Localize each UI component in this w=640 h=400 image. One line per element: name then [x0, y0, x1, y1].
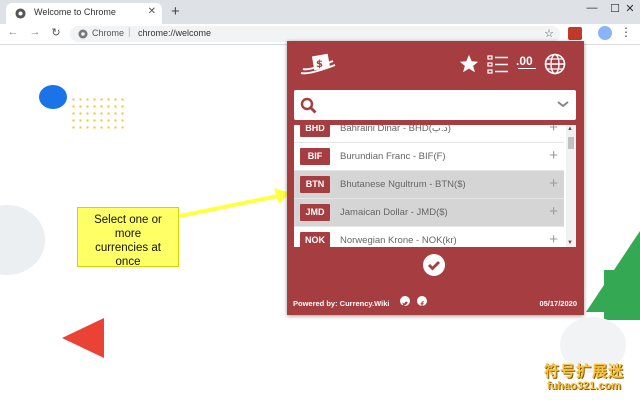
url-text[interactable]: chrome://welcome	[138, 28, 211, 38]
tab-strip: Welcome to Chrome ✕ + — ☐ ✕	[0, 0, 640, 24]
add-currency-button[interactable]: +	[549, 203, 558, 220]
add-currency-button[interactable]: +	[549, 125, 558, 136]
currency-name: Norwegian Krone - NOK(kr)	[340, 235, 457, 246]
address-bar[interactable]: Chrome | chrome://welcome ☆	[70, 26, 560, 42]
checkmark-icon	[428, 261, 440, 271]
decimals-arrow	[518, 68, 536, 69]
watermark-url: fuhao321.com	[547, 380, 621, 392]
reload-button[interactable]: ↻	[49, 26, 63, 39]
list-item[interactable]: BIF Burundian Franc - BIF(F) +	[294, 143, 564, 171]
minimize-button[interactable]: —	[582, 2, 602, 14]
currency-list[interactable]: BHD Bahraini Dinar - BHD(د.ب) + BIF Buru…	[294, 125, 576, 247]
annotation-line: more	[114, 228, 142, 240]
extension-icon[interactable]	[568, 27, 582, 40]
annotation-line: once	[115, 256, 141, 268]
decor-grey-blob	[0, 205, 45, 275]
chevron-down-icon[interactable]	[556, 97, 570, 111]
list-scrollbar[interactable]: ▲ ▼	[566, 125, 576, 247]
menu-icon[interactable]: ⋮	[620, 25, 632, 39]
currency-name: Bhutanese Ngultrum - BTN($)	[340, 179, 466, 190]
currency-popup: $ .00 BHD Bahraini Dinar - BHD(د.ب) + BI…	[287, 41, 584, 315]
scroll-down-icon[interactable]: ▼	[567, 240, 573, 246]
confirm-button[interactable]	[423, 254, 445, 276]
chrome-site-icon	[78, 29, 88, 39]
currency-code-badge: JMD	[300, 204, 330, 221]
globe-icon[interactable]	[544, 53, 566, 75]
search-icon	[300, 97, 317, 114]
url-separator: |	[128, 27, 131, 38]
tab-welcome[interactable]: Welcome to Chrome ✕	[6, 3, 162, 24]
decor-blue-circle	[39, 85, 67, 109]
close-window-button[interactable]: ✕	[620, 2, 640, 15]
currency-name: Bahraini Dinar - BHD(د.ب)	[340, 125, 451, 134]
add-currency-button[interactable]: +	[549, 231, 558, 247]
decimals-label: .00	[516, 54, 533, 68]
currency-code-badge: BTN	[300, 176, 330, 193]
powered-by-text[interactable]: Powered by: Currency.Wiki	[293, 299, 390, 308]
rates-date: 05/17/2020	[539, 299, 577, 308]
currency-wiki-logo-icon: $	[300, 53, 336, 75]
currency-code-badge: BIF	[300, 148, 330, 165]
currency-name: Burundian Franc - BIF(F)	[340, 151, 446, 162]
svg-text:$: $	[316, 59, 323, 70]
twitter-icon[interactable]	[400, 296, 410, 306]
currency-search-bar[interactable]	[294, 90, 576, 120]
currency-name: Jamaican Dollar - JMD($)	[340, 207, 448, 218]
annotation-arrow-icon	[179, 188, 290, 218]
add-currency-button[interactable]: +	[549, 175, 558, 192]
currency-code-badge: BHD	[300, 125, 330, 137]
annotation-line: Select one or	[94, 214, 162, 226]
currency-search-input[interactable]	[322, 96, 546, 116]
annotation-line: currencies at	[95, 242, 161, 254]
tab-title: Welcome to Chrome	[34, 7, 116, 17]
facebook-icon[interactable]	[417, 296, 427, 308]
annotation-callout: Select one or more currencies at once	[77, 207, 179, 268]
decor-red-triangle	[62, 318, 104, 358]
new-tab-button[interactable]: +	[171, 3, 180, 20]
decimals-icon[interactable]: .00	[516, 54, 536, 69]
currency-code-badge: NOK	[300, 232, 330, 247]
list-item[interactable]: BHD Bahraini Dinar - BHD(د.ب) +	[294, 125, 564, 143]
list-item[interactable]: BTN Bhutanese Ngultrum - BTN($) +	[294, 171, 564, 199]
watermark-text: 符号扩展迷	[544, 363, 625, 380]
list-icon[interactable]	[487, 55, 509, 75]
chrome-favicon-icon	[15, 8, 26, 19]
decor-green-fill	[604, 270, 640, 320]
site-label: Chrome	[92, 28, 125, 38]
back-button[interactable]: ←	[6, 26, 20, 38]
avatar[interactable]	[598, 26, 612, 40]
decor-dot-grid	[70, 96, 124, 132]
add-currency-button[interactable]: +	[549, 147, 558, 164]
list-item[interactable]: JMD Jamaican Dollar - JMD($) +	[294, 199, 564, 227]
scroll-up-icon[interactable]: ▲	[567, 126, 573, 132]
scroll-thumb[interactable]	[568, 137, 574, 149]
list-item[interactable]: NOK Norwegian Krone - NOK(kr) +	[294, 227, 564, 247]
forward-button[interactable]: →	[28, 26, 42, 38]
bookmark-star-icon[interactable]: ☆	[544, 27, 554, 40]
star-icon[interactable]	[458, 53, 480, 75]
tab-close-icon[interactable]: ✕	[148, 6, 156, 17]
